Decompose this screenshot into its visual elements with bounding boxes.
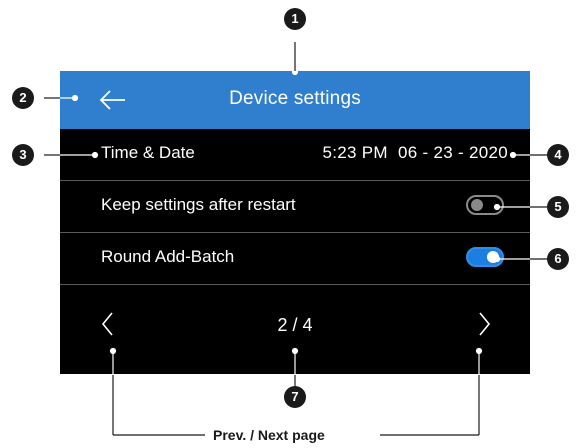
callout-4: 4 [547,144,569,166]
callout-6: 6 [547,248,569,270]
prev-next-page-label: Prev. / Next page [205,427,333,443]
callout-3: 3 [12,144,34,166]
callout-7: 7 [284,386,306,408]
callout-lines [44,42,547,436]
callout-1: 1 [284,8,306,30]
callout-5: 5 [547,196,569,218]
callout-2: 2 [12,87,34,109]
